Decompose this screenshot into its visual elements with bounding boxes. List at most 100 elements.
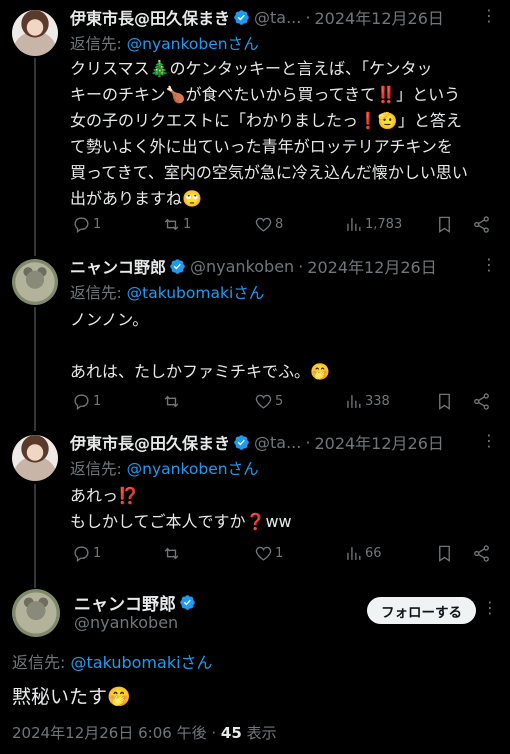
views-count: 45 (220, 724, 242, 742)
views-icon (347, 546, 361, 560)
tweet-header: ニャンコ野郎 @nyankoben · 2024年12月26日 (70, 254, 437, 278)
reply-to: 返信先: @takubomakiさん (12, 649, 213, 673)
verified-badge-icon (170, 258, 185, 274)
views-label: 表示 (246, 724, 277, 742)
author-handle[interactable]: @ta... (254, 8, 301, 27)
tweet-line: クリスマス🎄のケンタッキーと言えば、「ケンタッ (70, 59, 433, 78)
reply-icon (74, 216, 89, 233)
tweet-text: ノンノン。 あれは、たしかファミチキでふ。🤭 (70, 307, 502, 385)
separator-dot: · (305, 432, 311, 452)
tweet-date[interactable]: 2024年12月26日 (314, 5, 443, 29)
like-icon (255, 217, 272, 232)
tweet-header: 伊東市長@田久保まき @ta... · 2024年12月26日 (70, 430, 444, 454)
verified-badge-icon (234, 434, 249, 450)
tweet-text: 黙秘いたす🤭 (12, 686, 131, 708)
repost-button[interactable] (162, 544, 183, 563)
reply-prefix: 返信先: (70, 284, 127, 302)
repost-icon (164, 218, 179, 230)
reply-to: 返信先: @nyankobenさん (70, 32, 259, 54)
reply-count: 1 (93, 393, 102, 409)
share-icon (474, 215, 489, 233)
tweet-line: 女の子のリクエストに「わかりましたっ❗🫡」と答え (70, 111, 462, 130)
tweet-header: 伊東市長@田久保まき @ta... · 2024年12月26日 (70, 5, 444, 29)
views-icon (347, 394, 361, 408)
like-count: 5 (275, 393, 284, 409)
views-button[interactable]: 66 (344, 544, 382, 563)
avatar[interactable] (12, 435, 58, 481)
reply-prefix: 返信先: (70, 460, 127, 478)
tweet-line: て勢いよく外に出ていった青年がロッテリアチキンを (70, 137, 453, 156)
author-handle[interactable]: @nyankoben (190, 257, 294, 276)
like-count: 8 (275, 216, 284, 232)
avatar[interactable] (12, 10, 58, 56)
tweet-line: あれは、たしかファミチキでふ。🤭 (70, 362, 330, 381)
repost-button[interactable] (162, 392, 183, 411)
author-name-main[interactable]: ニャンコ野郎 (74, 590, 200, 615)
reply-to: 返信先: @takubomakiさん (70, 281, 264, 303)
repost-count: 1 (183, 216, 192, 232)
tweet-actions: 1 5 338 (70, 389, 500, 413)
avatar[interactable] (12, 589, 60, 637)
author-name[interactable]: ニャンコ野郎 (74, 590, 176, 615)
tweet[interactable]: 伊東市長@田久保まき @ta... · 2024年12月26日 ⋮ 返信先: @… (0, 431, 510, 571)
follow-button[interactable]: フォローする (367, 597, 476, 624)
reply-count: 1 (93, 216, 102, 232)
reply-count: 1 (93, 545, 102, 561)
reply-button[interactable]: 1 (72, 392, 101, 411)
like-button[interactable]: 8 (254, 215, 283, 234)
tweet-text: クリスマス🎄のケンタッキーと言えば、「ケンタッ キーのチキン🍗が食べたいから買っ… (70, 56, 502, 212)
author-name[interactable]: 伊東市長@田久保まき (70, 5, 230, 29)
share-button[interactable] (472, 544, 491, 563)
bookmark-icon (439, 393, 450, 410)
tweet-meta: 2024年12月26日 6:06 午後 · 45 表示 (12, 722, 277, 743)
bookmark-icon (439, 216, 450, 233)
avatar[interactable] (12, 259, 58, 305)
timestamp[interactable]: 2024年12月26日 6:06 午後 (12, 724, 207, 742)
tweet[interactable]: 伊東市長@田久保まき @ta... · 2024年12月26日 ⋮ 返信先: @… (0, 6, 510, 238)
reply-mention[interactable]: @takubomakiさん (70, 653, 212, 672)
tweet-line (70, 333, 502, 359)
author-name[interactable]: ニャンコ野郎 (70, 254, 166, 278)
reply-mention[interactable]: @takubomakiさん (127, 284, 265, 302)
share-button[interactable] (472, 215, 491, 234)
like-button[interactable]: 1 (254, 544, 283, 563)
bookmark-button[interactable] (435, 544, 454, 563)
author-handle[interactable]: @ta... (254, 433, 301, 452)
repost-button[interactable]: 1 (162, 215, 191, 234)
reply-button[interactable]: 1 (72, 544, 101, 563)
tweet-line: あれっ⁉️ (70, 486, 138, 505)
share-button[interactable] (472, 392, 491, 411)
like-button[interactable]: 5 (254, 392, 283, 411)
bookmark-button[interactable] (435, 215, 454, 234)
like-icon (255, 394, 272, 409)
reply-icon (74, 545, 89, 562)
author-name[interactable]: 伊東市長@田久保まき (70, 430, 230, 454)
views-count: 1,783 (365, 216, 403, 232)
tweet-actions: 1 1 66 (70, 541, 500, 565)
tweet-line: ノンノン。 (70, 310, 149, 329)
reply-button[interactable]: 1 (72, 215, 101, 234)
more-icon[interactable]: ⋮ (482, 598, 498, 617)
separator-dot: · (211, 724, 217, 742)
share-icon (474, 544, 489, 562)
bookmark-button[interactable] (435, 392, 454, 411)
tweet[interactable]: ニャンコ野郎 @nyankoben · 2024年12月26日 ⋮ 返信先: @… (0, 255, 510, 415)
author-handle[interactable]: @nyankoben (74, 613, 178, 632)
views-count: 66 (365, 545, 382, 561)
tweet-date[interactable]: 2024年12月26日 (314, 430, 443, 454)
more-icon[interactable]: ⋮ (481, 255, 498, 274)
tweet-date[interactable]: 2024年12月26日 (307, 254, 436, 278)
reply-mention[interactable]: @nyankobenさん (127, 35, 259, 53)
views-button[interactable]: 1,783 (344, 215, 402, 234)
like-count: 1 (275, 545, 284, 561)
repost-icon (164, 547, 179, 559)
tweet-text: あれっ⁉️ もしかしてご本人ですか❓ww (70, 483, 502, 535)
more-icon[interactable]: ⋮ (481, 431, 498, 450)
tweet-line: 買ってきて、室内の空気が急に冷え込んだ懐かしい思い (70, 163, 468, 182)
share-icon (474, 392, 489, 410)
more-icon[interactable]: ⋮ (481, 6, 498, 25)
views-button[interactable]: 338 (344, 392, 390, 411)
reply-to: 返信先: @nyankobenさん (70, 457, 259, 479)
like-icon (255, 546, 272, 561)
reply-mention[interactable]: @nyankobenさん (127, 460, 259, 478)
